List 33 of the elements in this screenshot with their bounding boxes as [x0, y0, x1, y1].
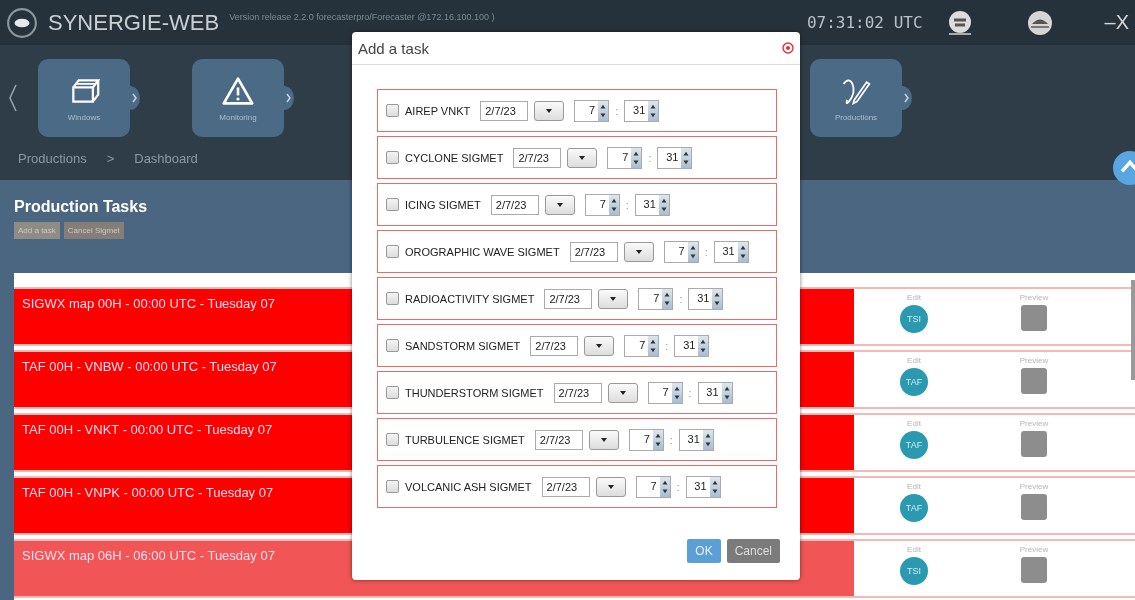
- app-title: SYNERGIE-WEB: [48, 9, 220, 36]
- time-separator: :: [676, 480, 680, 493]
- option-label: VOLCANIC ASH SIGMET: [405, 480, 532, 493]
- breadcrumb-separator: >: [106, 151, 115, 166]
- dialog-title: Add a task: [358, 39, 429, 57]
- time-separator: :: [669, 433, 673, 446]
- column-label: Edit: [907, 419, 921, 428]
- time-separator: :: [665, 339, 669, 352]
- time-separator: :: [625, 198, 629, 211]
- option-label: OROGRAPHIC WAVE SIGMET: [405, 245, 560, 258]
- time-separator: :: [704, 245, 708, 258]
- option-label: AIREP VNKT: [405, 104, 471, 117]
- option-label: THUNDERSTORM SIGMET: [405, 386, 544, 399]
- column-label: Edit: [907, 356, 921, 365]
- option-label: RADIOACTIVITY SIGMET: [405, 292, 535, 305]
- column-label: Preview: [1019, 419, 1049, 428]
- clock-text: 07:31:02 UTC: [806, 13, 923, 32]
- time-separator: :: [679, 292, 683, 305]
- time-separator: :: [615, 104, 619, 117]
- option-label: TURBULENCE SIGMET: [405, 433, 525, 446]
- column-label: Preview: [1019, 545, 1049, 554]
- option-label: SANDSTORM SIGMET: [405, 339, 521, 352]
- column-label: Edit: [907, 482, 921, 491]
- time-separator: :: [688, 386, 692, 399]
- column-label: Edit: [907, 293, 921, 302]
- column-label: Edit: [907, 545, 921, 554]
- column-label: Preview: [1019, 356, 1049, 365]
- option-label: ICING SIGMET: [405, 198, 481, 211]
- column-label: Preview: [1019, 293, 1049, 302]
- time-separator: :: [648, 151, 652, 164]
- option-label: CYCLONE SIGMET: [405, 151, 504, 164]
- column-label: Preview: [1019, 482, 1049, 491]
- section-title: Production Tasks: [14, 198, 148, 216]
